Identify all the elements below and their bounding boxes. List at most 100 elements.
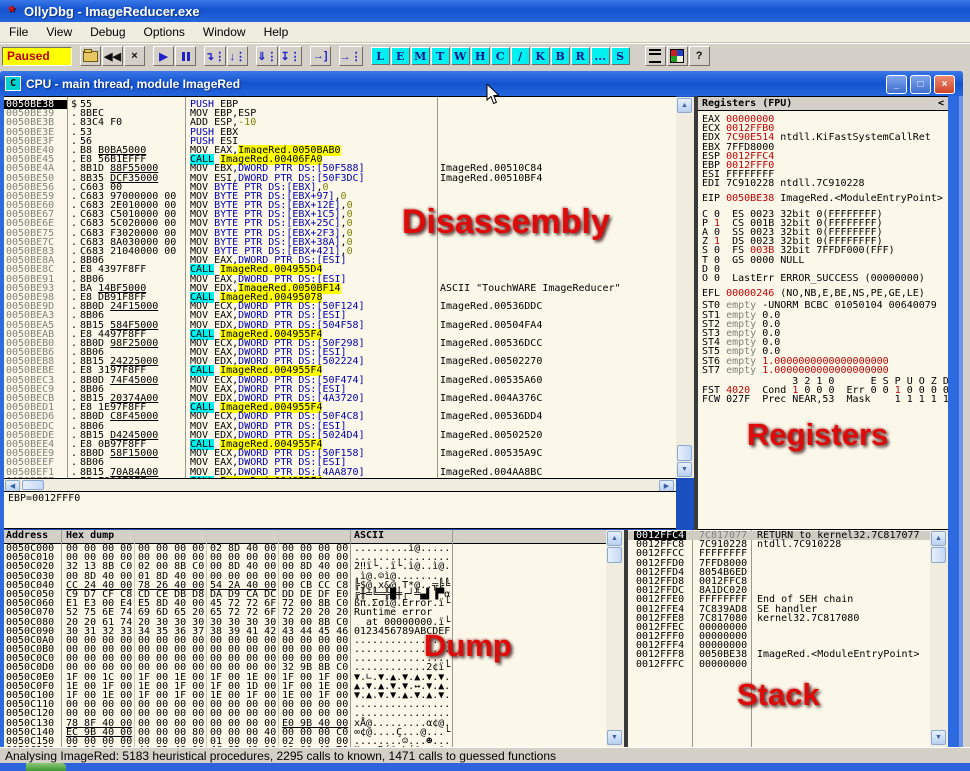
info-pane[interactable]: EBP=0012FFF0 [4,491,676,529]
cpu-window-icon: C [5,76,21,91]
view-threads-button[interactable]: T [431,47,450,65]
view-references-button[interactable]: R [571,47,590,65]
disassembly-hscrollbar[interactable]: ◀ ▶ [4,478,676,491]
scroll-thumb[interactable] [22,480,44,490]
registers-caption: Registers (FPU) < [698,97,948,111]
question-icon: ? [696,50,703,62]
cpu-titlebar[interactable]: C CPU - main thread, module ImageRed [0,71,963,96]
dump-pane[interactable]: Address Hex dump ASCII 0050C00000 00 00 … [4,530,606,747]
menu-item-debug[interactable]: Debug [81,23,134,41]
menu-item-window[interactable]: Window [194,23,255,41]
menu-item-file[interactable]: File [0,23,37,41]
toolbar: Paused ◀◀×▶↴⋮↓⋮⇓⋮↧⋮→]→⋮ LEMTWHC/KBR...S … [0,43,970,68]
disassembly-vscrollbar[interactable]: ▲ ▼ [676,97,694,478]
scroll-thumb[interactable] [607,547,622,563]
animate-into-icon: ⇓⋮ [257,50,277,63]
goto-icon: →⋮ [340,50,362,63]
scroll-thumb[interactable] [931,547,946,563]
menu-item-help[interactable]: Help [255,23,298,41]
scroll-up-icon[interactable]: ▲ [931,531,946,546]
main-titlebar[interactable]: * OllyDbg - ImageReducer.exe [0,0,970,22]
close-icon: × [131,50,137,62]
animate-over-button[interactable]: ↧⋮ [279,46,301,66]
scroll-up-icon[interactable]: ▲ [677,98,692,113]
cpu-maximize-button[interactable]: □ [910,75,931,94]
register-line[interactable]: EDI 7C910228 ntdll.7C910228 [698,179,948,188]
status-bar: Analysing ImageRed: 5183 heuristical pro… [0,747,970,763]
windows-list-button[interactable] [645,46,666,66]
annotation-registers: Registers [747,417,888,453]
go-to-address-button[interactable]: →⋮ [339,46,363,66]
disasm-row[interactable]: 0050BE3E.53PUSH EBX [4,128,676,137]
mouse-cursor [486,84,500,111]
play-icon: ▶ [159,50,167,63]
cpu-close-button[interactable]: × [934,75,955,94]
view-run-trace-button[interactable]: ... [591,47,610,65]
annotation-disassembly: Disassembly [402,203,610,242]
view-patches-button[interactable]: / [511,47,530,65]
stack-row[interactable]: 0012FFFC00000000 [628,660,930,669]
cpu-minimize-button[interactable]: _ [886,75,907,94]
collapse-icon[interactable]: < [938,99,944,108]
view-breakpoints-button[interactable]: B [551,47,570,65]
scroll-down-icon[interactable]: ▼ [931,730,946,745]
pause-button[interactable] [175,46,196,66]
register-line[interactable]: T 0 GS 0000 NULL [698,256,948,265]
run-button[interactable]: ▶ [153,46,174,66]
registers-pane[interactable]: Registers (FPU) < EAX 00000000ECX 0012FF… [698,96,948,530]
register-line[interactable]: ST7 empty 1.0000000000000000000 [698,366,948,375]
stack-vscrollbar[interactable]: ▲ ▼ [930,530,948,747]
annotation-dump: Dump [424,628,512,664]
cpu-window-title: CPU - main thread, module ImageRed [26,77,240,91]
help-button[interactable]: ? [689,46,710,66]
return-icon: →] [313,50,328,62]
status-text: Analysing ImageRed: 5183 heuristical pro… [5,749,556,763]
register-line[interactable]: O 0 LastErr ERROR_SUCCESS (00000000) [698,274,948,283]
appearance-button[interactable] [667,46,688,66]
dump-header: Address Hex dump ASCII [4,530,606,544]
register-line[interactable]: EIP 0050BE38 ImageRed.<ModuleEntryPoint> [698,194,948,203]
view-cpu-button[interactable]: C [491,47,510,65]
view-source-button[interactable]: S [611,47,630,65]
step-into-button[interactable]: ↴⋮ [204,46,226,66]
open-file-button[interactable] [80,46,101,66]
annotation-stack: Stack [737,677,820,713]
register-line[interactable]: FCW 027F Prec NEAR,53 Mask 1 1 1 1 1 1 [698,395,948,404]
status-paused-indicator: Paused [2,47,72,66]
view-windows-button[interactable]: W [451,47,470,65]
scroll-thumb[interactable] [677,445,692,461]
view-executables-button[interactable]: E [391,47,410,65]
view-log-button[interactable]: L [371,47,390,65]
dump-vscrollbar[interactable]: ▲ ▼ [606,530,624,747]
scroll-up-icon[interactable]: ▲ [607,531,622,546]
scroll-down-icon[interactable]: ▼ [677,462,692,477]
folder-icon [83,51,98,62]
restart-button[interactable]: ◀◀ [102,46,123,66]
stack-pane[interactable]: 0012FFC47C817077RETURN to kernel32.7C817… [628,530,930,747]
menu-item-view[interactable]: View [37,23,81,41]
start-button-fragment[interactable] [26,763,66,771]
disasm-row[interactable]: 0050BE38$55PUSH EBP [4,100,676,109]
window-title: OllyDbg - ImageReducer.exe [24,4,200,19]
view-memory-button[interactable]: M [411,47,430,65]
scroll-down-icon[interactable]: ▼ [607,730,622,745]
view-handles-button[interactable]: H [471,47,490,65]
view-call-stack-button[interactable]: K [531,47,550,65]
execute-till-return-button[interactable]: →] [310,46,331,66]
animate-over-icon: ↧⋮ [280,50,300,63]
taskbar-edge [0,763,970,771]
step-into-icon: ↴⋮ [205,50,225,63]
disassembly-pane[interactable]: 0050BE38$55PUSH EBP0050BE39.8BECMOV EBP,… [4,96,676,478]
animate-into-button[interactable]: ⇓⋮ [256,46,278,66]
step-over-icon: ↓⋮ [229,50,246,63]
color-grid-icon [670,49,684,63]
close-program-button[interactable]: × [124,46,145,66]
step-over-button[interactable]: ↓⋮ [227,46,248,66]
rewind-icon: ◀◀ [104,50,121,63]
menu-bar: FileViewDebugOptionsWindowHelp [0,22,970,43]
ollydbg-app-icon: * [4,4,19,19]
disasm-row[interactable]: 0050BE3B.83C4 F0ADD ESP,-10 [4,118,676,127]
menu-item-options[interactable]: Options [135,23,194,41]
list-icon [649,49,661,63]
register-line[interactable]: EFL 00000246 (NO,NB,E,BE,NS,PE,GE,LE) [698,289,948,298]
